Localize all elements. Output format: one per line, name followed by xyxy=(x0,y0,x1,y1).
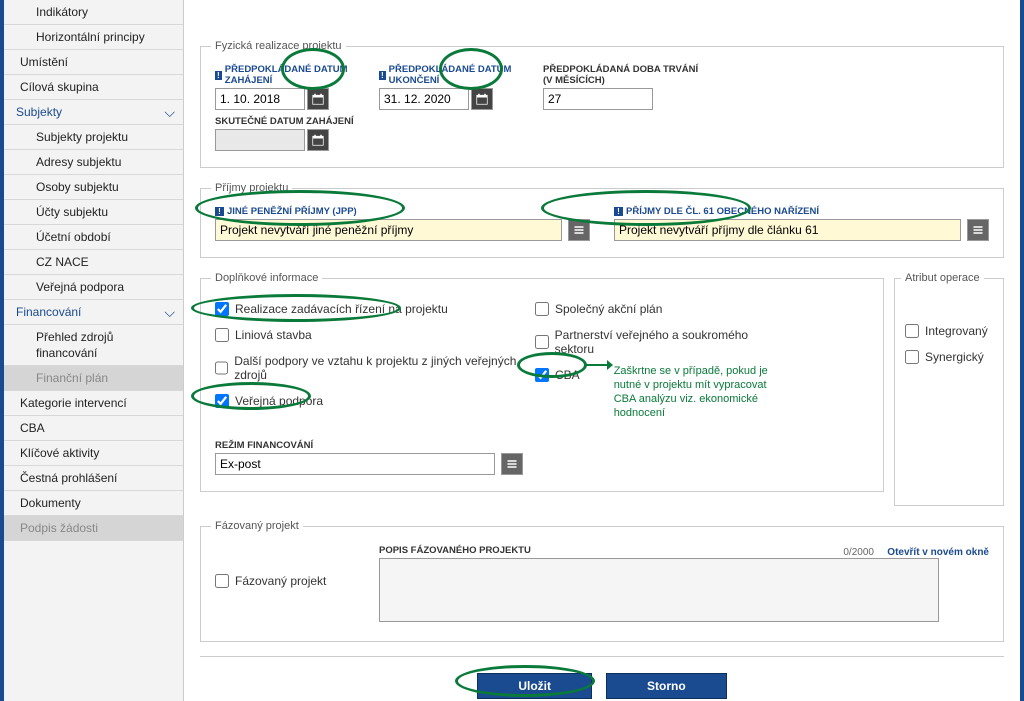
fieldset-income: Příjmy projektu ! JINÉ PENĚŽNÍ PŘÍJMY (J… xyxy=(200,182,1004,258)
label-popis: POPIS FÁZOVANÉHO PROJEKTU xyxy=(379,545,531,556)
sidebar: Indikátory Horizontální principy Umístěn… xyxy=(4,0,184,701)
save-button[interactable]: Uložit xyxy=(477,673,592,699)
checkbox-integrovany[interactable] xyxy=(905,324,919,338)
checkbox-label: Partnerství veřejného a soukromého sekto… xyxy=(555,328,785,356)
required-icon: ! xyxy=(379,71,386,80)
sidebar-item-klicove[interactable]: Klíčové aktivity xyxy=(4,441,183,466)
open-new-window-link[interactable]: Otevřít v novém okně xyxy=(887,547,989,558)
regime-input[interactable] xyxy=(215,453,495,475)
sidebar-item-adresy[interactable]: Adresy subjektu xyxy=(4,150,183,175)
sidebar-item-financovani[interactable]: Financování ⌵ xyxy=(4,300,183,325)
sidebar-item-podpis[interactable]: Podpis žádosti xyxy=(4,516,183,541)
checkbox-synergicky[interactable] xyxy=(905,350,919,364)
sidebar-item-umisteni[interactable]: Umístění xyxy=(4,50,183,75)
fieldset-additional: Doplňkové informace Realizace zadávacích… xyxy=(200,272,884,492)
sidebar-item-financni-plan[interactable]: Finanční plán xyxy=(4,366,183,391)
legend-phased: Fázovaný projekt xyxy=(211,520,303,532)
label-duration: PŘEDPOKLÁDANÁ DOBA TRVÁNÍ (V MĚSÍCÍCH) xyxy=(543,64,703,86)
checkbox-label: Společný akční plán xyxy=(555,302,662,316)
button-bar: Uložit Storno xyxy=(200,656,1004,699)
sidebar-label: Financování xyxy=(16,304,81,320)
checkbox-spolecny[interactable] xyxy=(535,302,549,316)
checkbox-fazovany[interactable] xyxy=(215,574,229,588)
checkbox-label: Další podpory ve vztahu k projektu z jin… xyxy=(234,354,535,382)
end-date-input[interactable] xyxy=(379,88,469,110)
sidebar-item-indikatory[interactable]: Indikátory xyxy=(4,0,183,25)
list-icon[interactable] xyxy=(568,219,590,241)
checkbox-dalsi[interactable] xyxy=(215,361,228,375)
duration-input[interactable] xyxy=(543,88,653,110)
start-date-input[interactable] xyxy=(215,88,305,110)
checkbox-verejna[interactable] xyxy=(215,394,229,408)
label-regime: REŽIM FINANCOVÁNÍ xyxy=(215,440,495,451)
checkbox-label: Synergický xyxy=(925,350,984,364)
sidebar-item-dokumenty[interactable]: Dokumenty xyxy=(4,491,183,516)
label-jpp: ! JINÉ PENĚŽNÍ PŘÍJMY (JPP) xyxy=(215,206,590,217)
legend-additional: Doplňkové informace xyxy=(211,272,322,284)
sidebar-item-cestna[interactable]: Čestná prohlášení xyxy=(4,466,183,491)
sidebar-label: Subjekty xyxy=(16,104,62,120)
calendar-icon[interactable] xyxy=(307,88,329,110)
cl61-input[interactable] xyxy=(614,219,961,241)
checkbox-cba[interactable] xyxy=(535,368,549,382)
checkbox-label: Integrovaný xyxy=(925,324,988,338)
required-icon: ! xyxy=(215,207,224,216)
main-content: Fyzická realizace projektu ! PŘEDPOKLÁDA… xyxy=(184,0,1020,701)
legend-physical: Fyzická realizace projektu xyxy=(211,40,346,52)
fieldset-atribut: Atribut operace Integrovaný Synergický xyxy=(894,272,1004,506)
required-icon: ! xyxy=(614,207,623,216)
calendar-icon[interactable] xyxy=(471,88,493,110)
checkbox-label: Liniová stavba xyxy=(235,328,312,342)
label-end-date: ! PŘEDPOKLÁDANÉ DATUM UKONČENÍ xyxy=(379,64,519,86)
checkbox-label: Veřejná podpora xyxy=(235,394,323,408)
cancel-button[interactable]: Storno xyxy=(606,673,727,699)
label-start-date: ! PŘEDPOKLÁDANÉ DATUM ZAHÁJENÍ xyxy=(215,64,355,86)
label-cl61: ! PŘÍJMY DLE ČL. 61 OBECNÉHO NAŘÍZENÍ xyxy=(614,206,989,217)
list-icon[interactable] xyxy=(967,219,989,241)
checkbox-label: CBA xyxy=(555,368,580,382)
checkbox-label: Realizace zadávacích řízení na projektu xyxy=(235,302,448,316)
sidebar-item-horizontalni[interactable]: Horizontální principy xyxy=(4,25,183,50)
char-count: 0/2000 xyxy=(843,547,874,558)
sidebar-item-osoby[interactable]: Osoby subjektu xyxy=(4,175,183,200)
checkbox-label: Fázovaný projekt xyxy=(235,574,326,588)
sidebar-item-prehled-zdroju[interactable]: Přehled zdrojů financování xyxy=(4,325,183,366)
legend-income: Příjmy projektu xyxy=(211,182,292,194)
sidebar-item-subjekty[interactable]: Subjekty ⌵ xyxy=(4,100,183,125)
sidebar-item-subjekty-projektu[interactable]: Subjekty projektu xyxy=(4,125,183,150)
chevron-down-icon: ⌵ xyxy=(164,104,175,120)
required-icon: ! xyxy=(215,71,222,80)
sidebar-item-cznace[interactable]: CZ NACE xyxy=(4,250,183,275)
sidebar-item-ucetni[interactable]: Účetní období xyxy=(4,225,183,250)
jpp-input[interactable] xyxy=(215,219,562,241)
chevron-down-icon: ⌵ xyxy=(164,304,175,320)
sidebar-item-cilova[interactable]: Cílová skupina xyxy=(4,75,183,100)
legend-atribut: Atribut operace xyxy=(901,272,984,284)
label-actual-start: SKUTEČNÉ DATUM ZAHÁJENÍ xyxy=(215,116,355,127)
sidebar-item-cba[interactable]: CBA xyxy=(4,416,183,441)
actual-start-input[interactable] xyxy=(215,129,305,151)
checkbox-partnerstvi[interactable] xyxy=(535,335,549,349)
list-icon[interactable] xyxy=(501,453,523,475)
phased-description-textarea[interactable] xyxy=(379,558,939,622)
calendar-icon[interactable] xyxy=(307,129,329,151)
checkbox-realizace[interactable] xyxy=(215,302,229,316)
fieldset-phased: Fázovaný projekt Fázovaný projekt POPIS … xyxy=(200,520,1004,642)
sidebar-item-verejna[interactable]: Veřejná podpora xyxy=(4,275,183,300)
fieldset-physical: Fyzická realizace projektu ! PŘEDPOKLÁDA… xyxy=(200,40,1004,168)
checkbox-liniova[interactable] xyxy=(215,328,229,342)
annotation-text: Zaškrtne se v případě, pokud je nutné v … xyxy=(614,364,774,420)
sidebar-item-ucty[interactable]: Účty subjektu xyxy=(4,200,183,225)
sidebar-item-kategorie[interactable]: Kategorie intervencí xyxy=(4,391,183,416)
